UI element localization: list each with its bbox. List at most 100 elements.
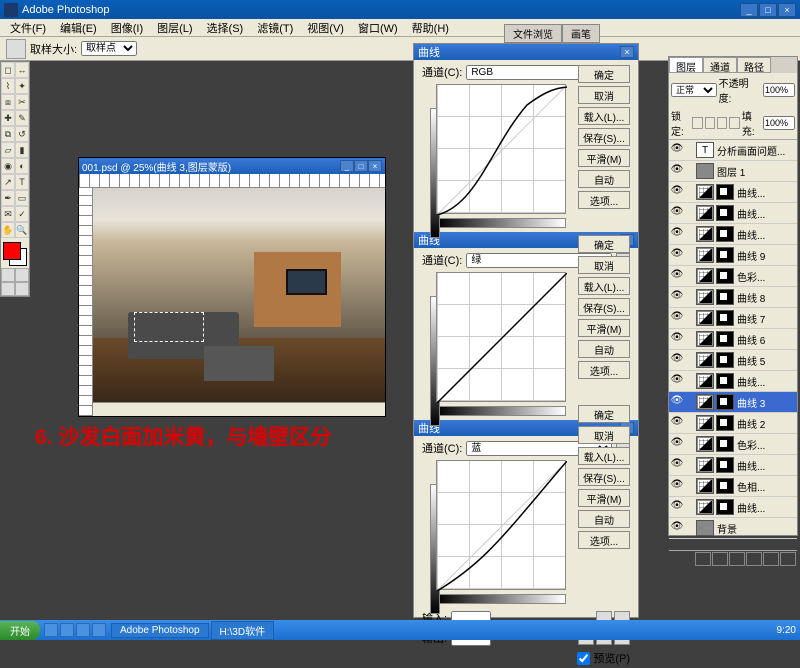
layer-new-button[interactable]	[763, 552, 779, 566]
tab-brushes[interactable]: 画笔	[562, 24, 600, 43]
quicklaunch-icon[interactable]	[76, 623, 90, 637]
layer-row[interactable]: 👁曲线 3	[669, 392, 797, 413]
visibility-icon[interactable]: 👁	[670, 269, 684, 283]
menu-help[interactable]: 帮助(H)	[406, 19, 455, 37]
tool-crop[interactable]: ⧈	[1, 94, 15, 110]
tab-file-browser[interactable]: 文件浏览	[504, 24, 562, 43]
tool-brush[interactable]: ✎	[15, 110, 29, 126]
tool-marquee[interactable]: ◻	[1, 62, 15, 78]
doc-close[interactable]: ×	[368, 160, 382, 172]
visibility-icon[interactable]: 👁	[670, 311, 684, 325]
curves-btn-2[interactable]: 载入(L)...	[578, 447, 630, 465]
color-swatches[interactable]	[1, 240, 29, 268]
foreground-color[interactable]	[3, 242, 21, 260]
curves-btn-6[interactable]: 选项...	[578, 531, 630, 549]
tool-notes[interactable]: ✉	[1, 206, 15, 222]
visibility-icon[interactable]: 👁	[670, 437, 684, 451]
layer-row[interactable]: 👁曲线 6	[669, 329, 797, 350]
tab-channels[interactable]: 通道	[703, 57, 737, 73]
quicklaunch-icon[interactable]	[60, 623, 74, 637]
ruler-horizontal[interactable]	[79, 174, 385, 188]
layer-row[interactable]: 👁曲线 9	[669, 245, 797, 266]
tray-icon[interactable]	[749, 624, 761, 636]
visibility-icon[interactable]: 👁	[670, 248, 684, 262]
curves-btn-5[interactable]: 自动	[578, 340, 630, 358]
visibility-icon[interactable]: 👁	[670, 353, 684, 367]
layer-row[interactable]: 👁曲线...	[669, 182, 797, 203]
ruler-vertical[interactable]	[79, 188, 93, 416]
menu-view[interactable]: 视图(V)	[301, 19, 350, 37]
curves-btn-0[interactable]: 确定	[578, 405, 630, 423]
curves-btn-4[interactable]: 平滑(M)	[578, 489, 630, 507]
layer-mask-button[interactable]	[712, 552, 728, 566]
tool-type[interactable]: T	[15, 174, 29, 190]
sample-size-select[interactable]: 取样点	[81, 41, 137, 56]
opacity-input[interactable]	[763, 83, 795, 97]
curves-btn-0[interactable]: 确定	[578, 235, 630, 253]
visibility-icon[interactable]: 👁	[670, 521, 684, 535]
layer-row[interactable]: 👁T分析画面问题...	[669, 140, 797, 161]
tool-heal[interactable]: ✚	[1, 110, 15, 126]
layer-adj-button[interactable]	[746, 552, 762, 566]
quicklaunch-icon[interactable]	[92, 623, 106, 637]
visibility-icon[interactable]: 👁	[670, 458, 684, 472]
visibility-icon[interactable]: 👁	[670, 185, 684, 199]
tool-eyedrop[interactable]: ✓	[15, 206, 29, 222]
scrollbar-horizontal[interactable]	[93, 402, 385, 416]
tab-paths[interactable]: 路径	[737, 57, 771, 73]
visibility-icon[interactable]: 👁	[670, 164, 684, 178]
layer-row[interactable]: 👁曲线 8	[669, 287, 797, 308]
visibility-icon[interactable]: 👁	[670, 416, 684, 430]
tool-hand[interactable]: ✋	[1, 222, 15, 238]
layer-row[interactable]: 👁曲线 2	[669, 413, 797, 434]
doc-minimize[interactable]: _	[340, 160, 354, 172]
curve-graph[interactable]	[436, 460, 566, 590]
layer-row[interactable]: 👁曲线...	[669, 497, 797, 518]
doc-maximize[interactable]: □	[354, 160, 368, 172]
quickmask-on[interactable]	[15, 268, 29, 282]
layer-row[interactable]: 👁曲线...	[669, 455, 797, 476]
visibility-icon[interactable]: 👁	[670, 395, 684, 409]
curve-graph[interactable]	[436, 84, 566, 214]
tool-slice[interactable]: ✂	[15, 94, 29, 110]
tool-stamp[interactable]: ⧉	[1, 126, 15, 142]
curves-btn-1[interactable]: 取消	[578, 426, 630, 444]
curves-btn-4[interactable]: 平滑(M)	[578, 319, 630, 337]
tool-blur[interactable]: ◉	[1, 158, 15, 174]
tool-pen[interactable]: ✒	[1, 190, 15, 206]
maximize-button[interactable]: □	[759, 3, 777, 17]
minimize-button[interactable]: _	[740, 3, 758, 17]
layer-fx-button[interactable]	[695, 552, 711, 566]
canvas[interactable]	[93, 188, 385, 402]
curves-btn-0[interactable]: 确定	[578, 65, 630, 83]
curve-graph[interactable]	[436, 272, 566, 402]
tool-path[interactable]: ↗	[1, 174, 15, 190]
layer-row[interactable]: 👁色彩...	[669, 266, 797, 287]
tool-dodge[interactable]: ◐	[15, 158, 29, 174]
curves-btn-5[interactable]: 自动	[578, 170, 630, 188]
tool-gradient[interactable]: ▮	[15, 142, 29, 158]
curves-btn-6[interactable]: 选项...	[578, 361, 630, 379]
curves-btn-5[interactable]: 自动	[578, 510, 630, 528]
layer-row[interactable]: 👁曲线 5	[669, 350, 797, 371]
preview-checkbox[interactable]	[577, 652, 590, 665]
curves-close[interactable]: ×	[620, 46, 634, 58]
curves-btn-4[interactable]: 平滑(M)	[578, 149, 630, 167]
blend-mode-select[interactable]: 正常	[671, 83, 717, 97]
visibility-icon[interactable]: 👁	[670, 290, 684, 304]
active-tool-icon[interactable]	[6, 39, 26, 59]
layer-row[interactable]: 👁曲线...	[669, 224, 797, 245]
visibility-icon[interactable]: 👁	[670, 206, 684, 220]
close-button[interactable]: ×	[778, 3, 796, 17]
lock-paint-icon[interactable]	[705, 117, 715, 129]
quickmask-off[interactable]	[1, 268, 15, 282]
curves-btn-1[interactable]: 取消	[578, 86, 630, 104]
curves-btn-1[interactable]: 取消	[578, 256, 630, 274]
tool-lasso[interactable]: ⌇	[1, 78, 15, 94]
layer-row[interactable]: 👁图层 1	[669, 161, 797, 182]
visibility-icon[interactable]: 👁	[670, 374, 684, 388]
lock-move-icon[interactable]	[717, 117, 727, 129]
menu-edit[interactable]: 编辑(E)	[54, 19, 103, 37]
clock[interactable]: 9:20	[777, 625, 796, 636]
visibility-icon[interactable]: 👁	[670, 143, 684, 157]
